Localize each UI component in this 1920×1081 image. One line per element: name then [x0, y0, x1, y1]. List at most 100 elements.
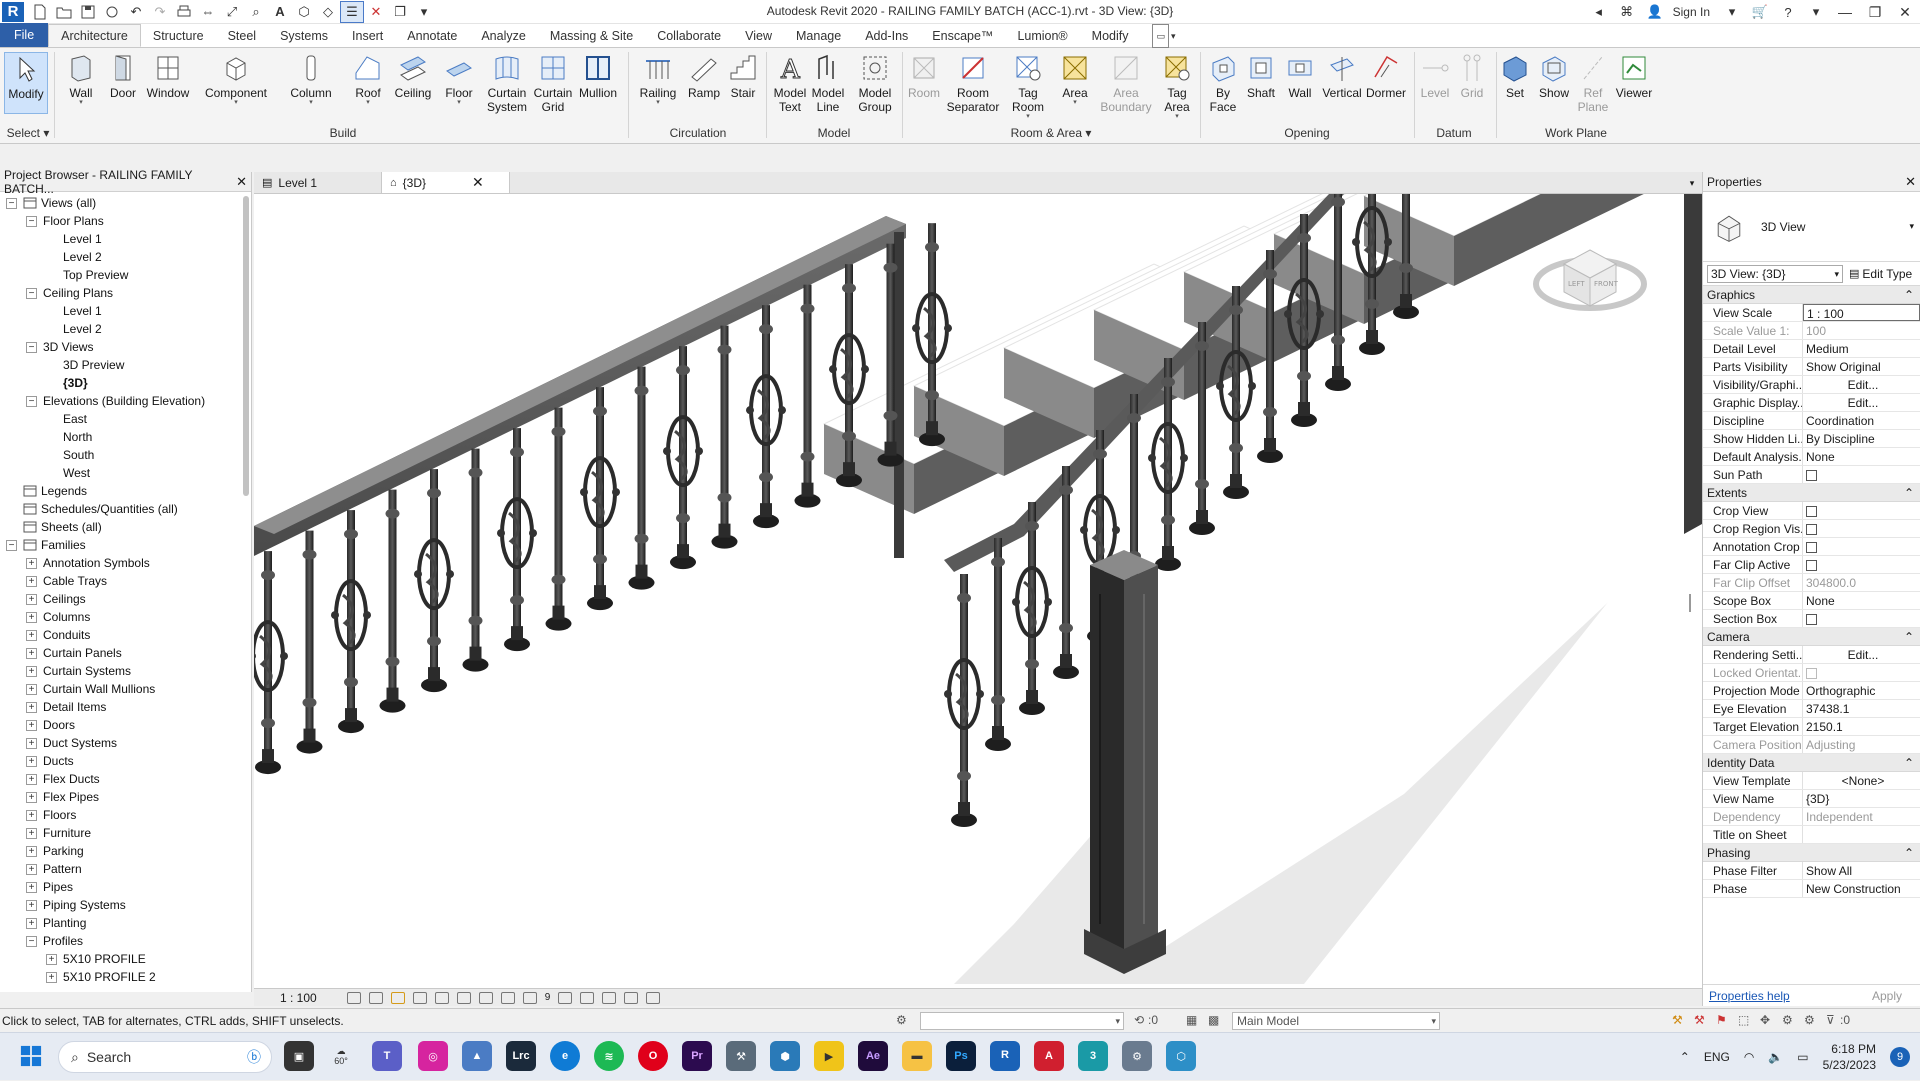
opera-icon[interactable]: O: [638, 1041, 668, 1071]
tag-area-button[interactable]: Tag Area ▾: [1158, 52, 1196, 120]
property-checkbox[interactable]: [1803, 538, 1920, 555]
property-edit-button[interactable]: Edit...: [1803, 646, 1920, 663]
property-edit-button[interactable]: Edit...: [1803, 376, 1920, 393]
tree-node[interactable]: + Curtain Systems: [0, 662, 240, 680]
expand-icon[interactable]: +: [26, 755, 37, 767]
view-tab-3d[interactable]: ⌂ {3D} ✕: [382, 172, 510, 193]
lock-3d-icon[interactable]: [500, 991, 515, 1004]
tree-node[interactable]: +5X10 PROFILE 2: [0, 968, 240, 986]
photoshop-icon[interactable]: Ps: [946, 1041, 976, 1071]
expand-icon[interactable]: +: [26, 629, 37, 641]
tree-node[interactable]: − Ceiling Plans: [0, 284, 240, 302]
expand-icon[interactable]: +: [26, 881, 37, 893]
wall-opening-button[interactable]: Wall: [1282, 52, 1318, 100]
analytical-model-icon[interactable]: [602, 991, 617, 1004]
select-pinned-icon[interactable]: ⚑: [1716, 1013, 1727, 1027]
collapse-group-icon[interactable]: ⌃: [1904, 484, 1914, 501]
tree-node[interactable]: − Floor Plans: [0, 212, 240, 230]
premiere-icon[interactable]: Pr: [682, 1041, 712, 1071]
expand-icon[interactable]: +: [26, 683, 37, 695]
mullion-button[interactable]: Mullion: [576, 52, 620, 100]
shadows-icon[interactable]: [412, 991, 427, 1004]
expand-icon[interactable]: +: [46, 953, 57, 965]
thin-lines-icon[interactable]: ☰: [340, 0, 364, 23]
collapse-group-icon[interactable]: ⌃: [1904, 628, 1914, 645]
expand-icon[interactable]: +: [26, 719, 37, 731]
type-selector-dropdown-icon[interactable]: ▾: [1909, 221, 1914, 232]
door-button[interactable]: Door: [106, 52, 140, 100]
edit-type-button[interactable]: ▤ Edit Type: [1849, 267, 1912, 281]
expand-icon[interactable]: +: [26, 809, 37, 821]
railing-model[interactable]: LEFT FRONT: [254, 194, 1702, 988]
tree-node[interactable]: + Parking: [0, 842, 240, 860]
expand-icon[interactable]: +: [46, 971, 57, 983]
tree-node[interactable]: − Families: [0, 536, 240, 554]
tree-node[interactable]: Sheets (all): [0, 518, 240, 536]
worksharing-display-icon[interactable]: [580, 991, 595, 1004]
network-app-icon[interactable]: ⬡: [1166, 1041, 1196, 1071]
tree-node[interactable]: Schedules/Quantities (all): [0, 500, 240, 518]
instagram-icon[interactable]: ◎: [418, 1041, 448, 1071]
tab-modify[interactable]: Modify: [1080, 25, 1141, 47]
tab-file[interactable]: File: [0, 23, 49, 47]
select-dropdown[interactable]: Select ▾: [6, 126, 50, 140]
property-value[interactable]: None: [1803, 448, 1920, 465]
drag-elements-icon[interactable]: ✥: [1760, 1013, 1770, 1027]
previous-icon[interactable]: ◂: [1585, 1, 1613, 23]
language-indicator[interactable]: ENG: [1704, 1050, 1730, 1064]
reveal-constraints-icon[interactable]: [646, 991, 661, 1004]
volume-icon[interactable]: 🔈: [1768, 1050, 1783, 1064]
close-button[interactable]: ✕: [1890, 0, 1920, 24]
by-face-button[interactable]: By Face: [1206, 52, 1240, 114]
tree-node[interactable]: + Annotation Symbols: [0, 554, 240, 572]
restore-button[interactable]: ❐: [1860, 0, 1890, 24]
3d-viewport[interactable]: LEFT FRONT: [254, 194, 1702, 988]
press-drag-icon[interactable]: ⚙: [1804, 1013, 1815, 1027]
checkbox[interactable]: [1806, 470, 1817, 481]
save-icon[interactable]: [76, 1, 100, 23]
set-button[interactable]: Set: [1498, 52, 1532, 100]
view-scale-label[interactable]: 1 : 100: [280, 991, 317, 1005]
taskbar-search[interactable]: ⌕ Search ⓑ: [58, 1041, 272, 1073]
after-effects-icon[interactable]: Ae: [858, 1041, 888, 1071]
expand-icon[interactable]: +: [26, 845, 37, 857]
property-value[interactable]: Orthographic: [1803, 682, 1920, 699]
settings-icon[interactable]: ⚙: [1122, 1041, 1152, 1071]
tab-lumion[interactable]: Lumion®: [1005, 25, 1079, 47]
show-crop-icon[interactable]: [478, 991, 493, 1004]
roof-button[interactable]: Roof ▾: [352, 52, 384, 106]
ceiling-button[interactable]: Ceiling: [392, 52, 434, 100]
view-tabs-dropdown-icon[interactable]: ▾: [1682, 173, 1702, 193]
property-value[interactable]: [1803, 826, 1920, 843]
close-hidden-icon[interactable]: ✕: [364, 1, 388, 23]
app-icon[interactable]: ⚒: [726, 1041, 756, 1071]
tree-node[interactable]: + Pipes: [0, 878, 240, 896]
property-value[interactable]: {3D}: [1803, 790, 1920, 807]
room-button[interactable]: Room: [906, 52, 942, 100]
tree-node[interactable]: + Planting: [0, 914, 240, 932]
tab-insert[interactable]: Insert: [340, 25, 395, 47]
switch-windows-icon[interactable]: ❐: [388, 1, 412, 23]
tree-node[interactable]: {3D}: [0, 374, 240, 392]
redo-icon[interactable]: ↷: [148, 1, 172, 23]
area-boundary-button[interactable]: Area Boundary: [1100, 52, 1152, 114]
undo-icon[interactable]: ↶: [124, 1, 148, 23]
instance-filter-select[interactable]: 3D View: {3D} ▾: [1707, 264, 1843, 283]
expand-icon[interactable]: +: [26, 611, 37, 623]
expand-icon[interactable]: +: [26, 917, 37, 929]
aligned-dimension-icon[interactable]: ⤢: [220, 1, 244, 23]
design-options-icon[interactable]: ⟲: [1134, 1013, 1144, 1027]
ref-plane-button[interactable]: Ref Plane: [1576, 52, 1610, 114]
tree-node[interactable]: South: [0, 446, 240, 464]
tree-node[interactable]: +5X10 PROFILE: [0, 950, 240, 968]
tab-analyze[interactable]: Analyze: [469, 25, 537, 47]
column-button[interactable]: Column ▾: [286, 52, 336, 106]
tag-icon[interactable]: ⌕: [244, 1, 268, 23]
media-player-icon[interactable]: ▶: [814, 1041, 844, 1071]
close-tab-icon[interactable]: ✕: [472, 174, 484, 191]
tree-node[interactable]: − Views (all): [0, 194, 240, 212]
worksets-icon[interactable]: ⚙: [896, 1013, 907, 1027]
collapse-icon[interactable]: −: [6, 197, 17, 209]
wall-button[interactable]: Wall ▾: [64, 52, 98, 106]
workset-select[interactable]: ▾: [920, 1012, 1124, 1030]
